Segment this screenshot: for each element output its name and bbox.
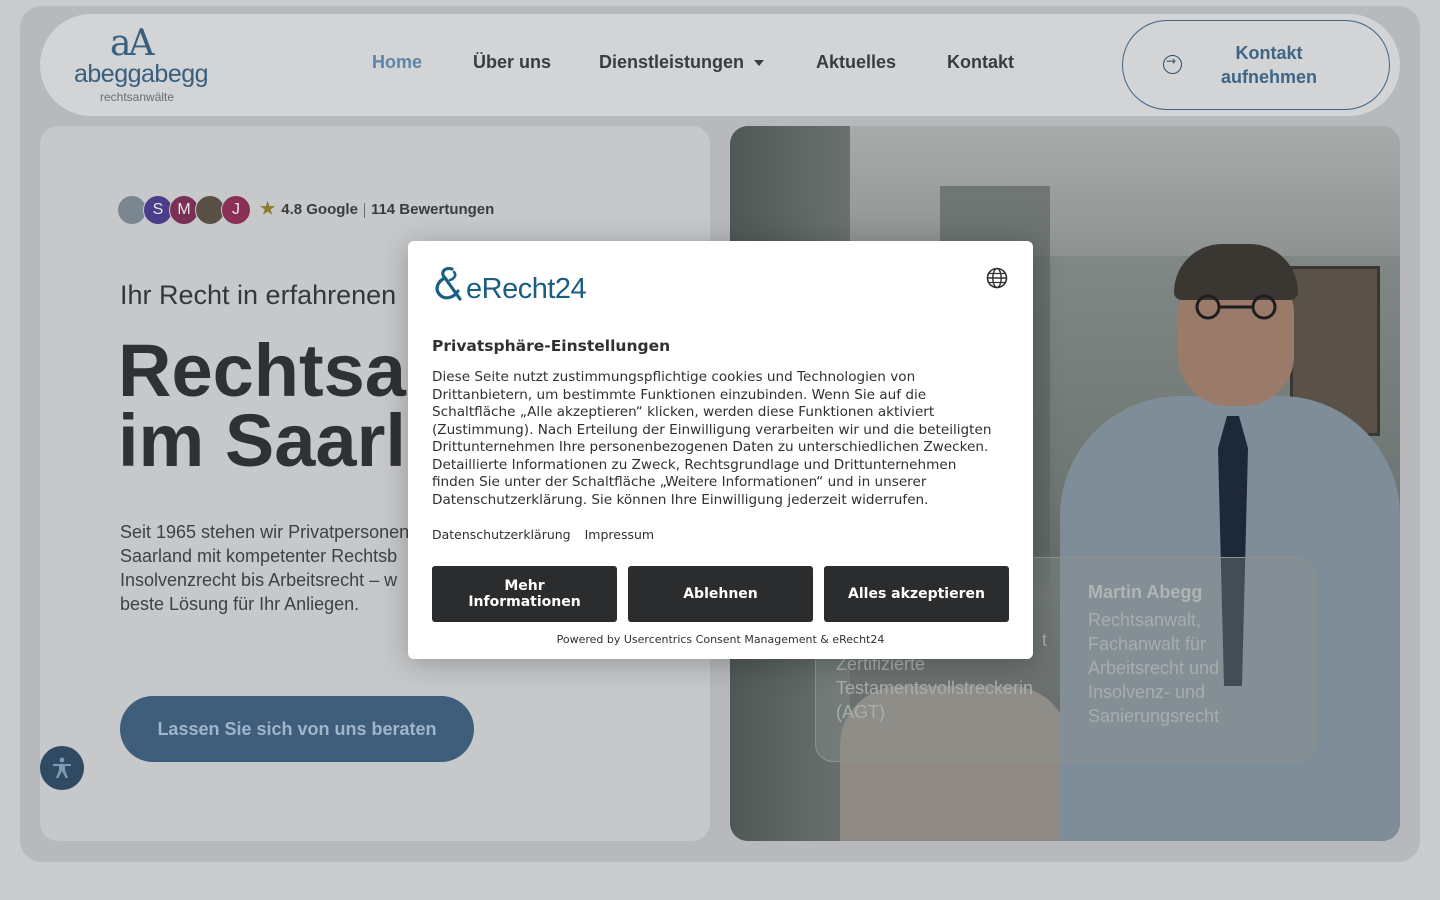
consent-text-line: Drittunternehmen Ihre personenbezogenen …	[432, 439, 989, 455]
consent-title: Privatsphäre-Einstellungen	[432, 337, 671, 355]
consent-text-line: Schaltfläche „Alle akzeptieren“ klicken,…	[432, 404, 935, 420]
consent-links: Datenschutzerklärung Impressum	[432, 527, 664, 542]
consent-text-line: Detaillierte Informationen zu Zweck, Rec…	[432, 456, 957, 473]
consent-text-line: Datenschutzerklärung. Sie können Ihre Ei…	[432, 491, 929, 508]
erecht24-logo-icon	[435, 267, 462, 301]
decline-button[interactable]: Ablehnen	[628, 566, 813, 622]
consent-text-line: (Zustimmung). Nach Erteilung der Einwill…	[432, 421, 992, 438]
consent-text-line: Diese Seite nutzt zustimmungspflichtige …	[432, 369, 916, 385]
accept-all-button[interactable]: Alles akzeptieren	[824, 566, 1009, 622]
language-globe-icon[interactable]	[986, 267, 1008, 289]
imprint-link[interactable]: Impressum	[585, 527, 654, 542]
consent-description: Diese Seite nutzt zustimmungspflichtige …	[432, 369, 1012, 509]
more-info-label: Mehr Informationen	[468, 578, 580, 610]
more-info-line2: Informationen	[468, 594, 581, 610]
privacy-policy-link[interactable]: Datenschutzerklärung	[432, 527, 571, 542]
consent-text-line: Drittanbietern, um bestimmte Funktionen …	[432, 386, 927, 403]
consent-dialog: eRecht24 Privatsphäre-Einstellungen Dies…	[408, 241, 1033, 659]
consent-powered-by[interactable]: Powered by Usercentrics Consent Manageme…	[408, 633, 1033, 646]
more-info-line1: Mehr	[504, 578, 545, 594]
consent-text-line: finden Sie unter der Schaltfläche „Weite…	[432, 474, 927, 490]
erecht24-logo-text: eRecht24	[466, 273, 587, 305]
more-info-button[interactable]: Mehr Informationen	[432, 566, 617, 622]
